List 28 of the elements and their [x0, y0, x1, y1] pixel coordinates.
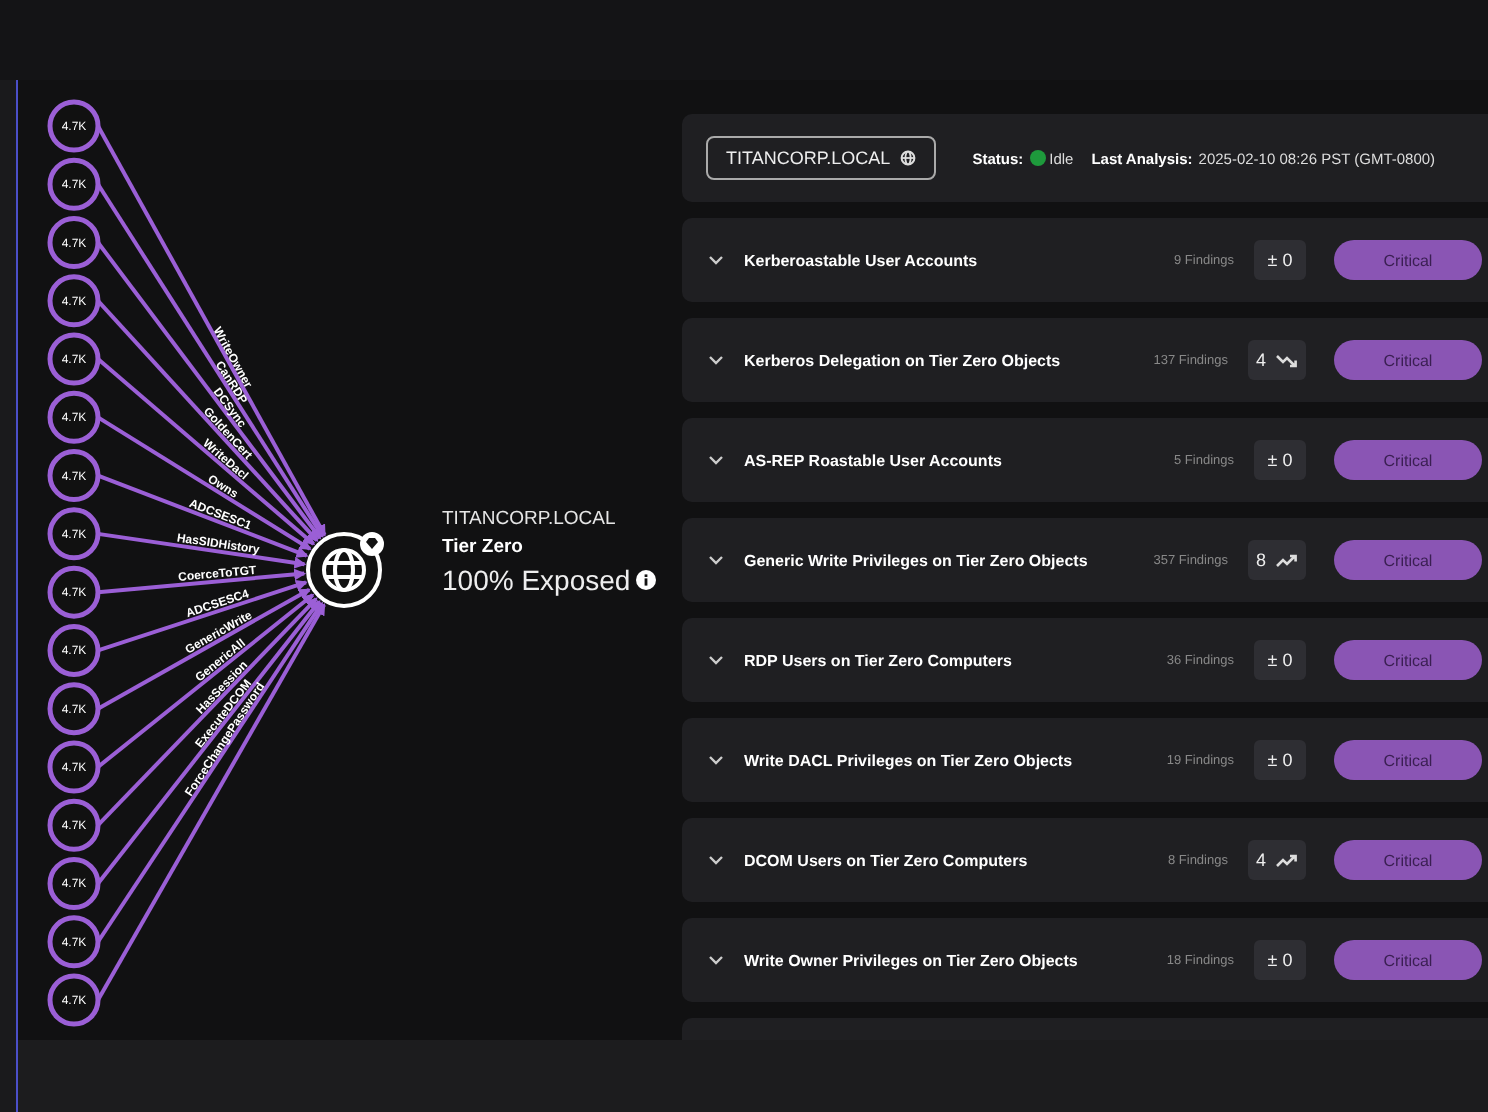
severity-badge: Critical	[1334, 840, 1482, 880]
severity-badge: Critical	[1334, 340, 1482, 380]
change-badge: 4	[1247, 840, 1306, 880]
severity-badge: Critical	[1334, 740, 1482, 780]
finding-title: Kerberos Delegation on Tier Zero Objects	[744, 351, 1063, 369]
finding-title: Write Owner Privileges on Tier Zero Objects	[744, 951, 1080, 969]
finding-title: Write DACL Privileges on Tier Zero Objects	[744, 751, 1075, 769]
change-badge: ± 0	[1254, 940, 1306, 980]
change-badge: 4	[1247, 340, 1306, 380]
change-badge: ± 0	[1254, 240, 1306, 280]
change-badge: ± 0	[1254, 440, 1306, 480]
severity-badge: Critical	[1334, 240, 1482, 280]
change-badge: 8	[1247, 540, 1306, 580]
severity-badge: Critical	[1334, 540, 1482, 580]
severity-badge: Critical	[1334, 640, 1482, 680]
finding-title: AS-REP Roastable User Accounts	[744, 451, 1004, 469]
tier-label: Tier Zero	[442, 536, 525, 558]
severity-badge: Critical	[1334, 440, 1482, 480]
exposure-value: 100% Exposed	[442, 564, 631, 596]
finding-title: Generic Write Privileges on Tier Zero Objects	[744, 551, 1090, 569]
finding-title: DCOM Users on Tier Zero Computers	[744, 851, 1030, 869]
domain-button[interactable]: TITANCORP.LOCAL	[706, 136, 937, 180]
finding-title: RDP Users on Tier Zero Computers	[744, 651, 1014, 669]
change-badge: ± 0	[1254, 740, 1306, 780]
target-domain: TITANCORP.LOCAL	[442, 508, 618, 530]
severity-badge: Critical	[1334, 940, 1482, 980]
change-badge: ± 0	[1254, 640, 1306, 680]
finding-title: Kerberoastable User Accounts	[744, 251, 980, 269]
